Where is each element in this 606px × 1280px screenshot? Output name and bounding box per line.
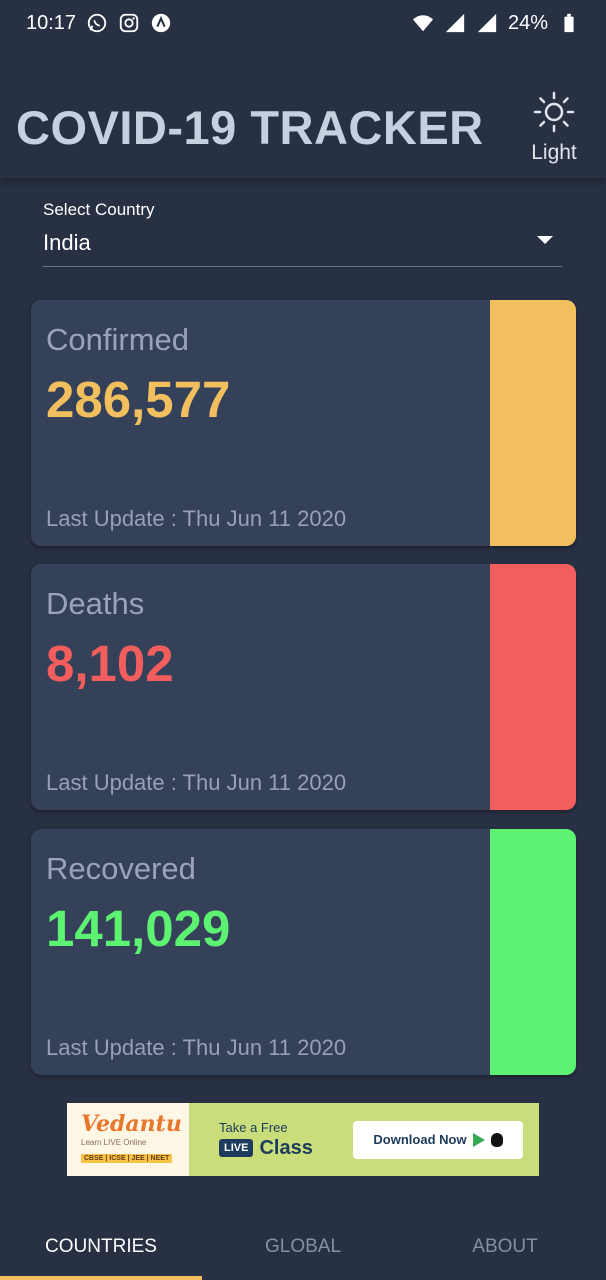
apple-icon: [490, 1132, 503, 1147]
deaths-value: 8,102: [46, 635, 174, 692]
status-right: 24%: [412, 12, 580, 35]
deaths-card: Deaths 8,102 Last Update : Thu Jun 11 20…: [31, 564, 576, 810]
ad-class-text: Class: [259, 1136, 313, 1159]
signal-icon: [444, 12, 466, 34]
country-select-label: Select Country: [43, 200, 155, 219]
deaths-last-update: Last Update : Thu Jun 11 2020: [46, 770, 347, 795]
whatsapp-icon: [86, 12, 108, 34]
status-left: 10:17: [26, 12, 172, 35]
confirmed-last-update: Last Update : Thu Jun 11 2020: [46, 506, 347, 531]
tab-countries[interactable]: COUNTRIES: [0, 1210, 202, 1280]
ad-tagline: Learn LIVE Online: [81, 1138, 147, 1147]
battery-icon: [558, 12, 580, 34]
ad-brand-panel: Vedantu Learn LIVE Online CBSE | ICSE | …: [67, 1103, 189, 1176]
bottom-nav: COUNTRIES GLOBAL ABOUT: [0, 1210, 606, 1280]
confirmed-value: 286,577: [46, 371, 231, 428]
app-icon: [150, 12, 172, 34]
theme-toggle-button[interactable]: Light: [528, 90, 580, 165]
play-store-icon: [472, 1132, 485, 1147]
ad-banner[interactable]: Vedantu Learn LIVE Online CBSE | ICSE | …: [67, 1103, 539, 1176]
app-title: COVID-19 TRACKER: [16, 101, 484, 154]
ad-live-badge: LIVE: [219, 1139, 254, 1157]
battery-percent: 24%: [507, 11, 548, 34]
ad-boards: CBSE | ICSE | JEE | NEET: [81, 1154, 173, 1163]
confirmed-title: Confirmed: [46, 322, 189, 357]
recovered-last-update: Last Update : Thu Jun 11 2020: [46, 1035, 347, 1060]
status-time: 10:17: [26, 11, 77, 34]
status-bar: 10:17 24%: [0, 0, 606, 46]
tab-about[interactable]: ABOUT: [404, 1210, 606, 1280]
recovered-title: Recovered: [46, 851, 196, 886]
recovered-value: 141,029: [46, 900, 231, 957]
ad-class-row: LIVE Class: [219, 1137, 349, 1160]
ad-download-label: Download Now: [373, 1132, 467, 1147]
ad-brand-logo: Vedantu: [81, 1111, 182, 1137]
ad-take-free: Take a Free: [219, 1119, 288, 1135]
signal-roaming-icon: [476, 12, 498, 34]
country-select-value: India: [43, 230, 91, 255]
deaths-title: Deaths: [46, 586, 145, 621]
confirmed-accent-bar: [490, 300, 576, 546]
instagram-icon: [118, 12, 140, 34]
theme-toggle-label: Light: [531, 141, 577, 164]
recovered-accent-bar: [490, 829, 576, 1075]
country-select[interactable]: Select Country India: [43, 198, 562, 267]
ad-offer: Take a Free LIVE Class: [189, 1120, 349, 1160]
dropdown-arrow-icon: [537, 236, 553, 244]
recovered-card: Recovered 141,029 Last Update : Thu Jun …: [31, 829, 576, 1075]
deaths-accent-bar: [490, 564, 576, 810]
app-header: COVID-19 TRACKER Light: [0, 46, 606, 178]
sun-icon: [532, 90, 576, 139]
tab-global[interactable]: GLOBAL: [202, 1210, 404, 1280]
wifi-icon: [412, 12, 434, 34]
confirmed-card: Confirmed 286,577 Last Update : Thu Jun …: [31, 300, 576, 546]
ad-download-button[interactable]: Download Now: [353, 1120, 523, 1159]
